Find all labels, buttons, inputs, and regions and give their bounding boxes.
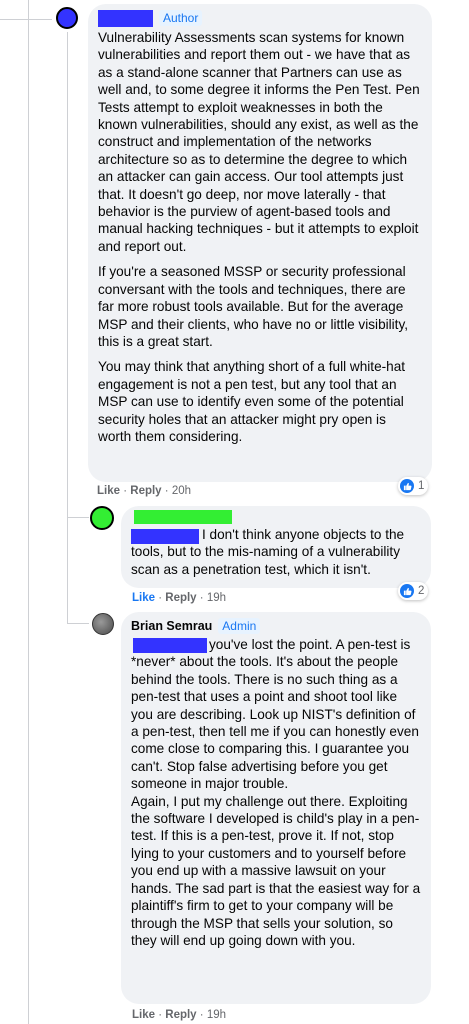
reply-link[interactable]: Reply	[165, 1009, 196, 1021]
redacted-mention[interactable]	[133, 638, 207, 653]
reply-link[interactable]: Reply	[165, 592, 196, 604]
thread-line-branch-2	[67, 623, 89, 624]
redacted-author-name[interactable]	[98, 9, 153, 27]
comment-actions: Like · Reply · 20h	[97, 485, 191, 497]
comment-bubble: I don't think anyone objects to the tool…	[121, 506, 431, 588]
comment-bubble: Author Vulnerability Assessments scan sy…	[88, 4, 432, 482]
thread-line-branch-1	[67, 517, 89, 518]
author-name[interactable]: Brian Semrau	[131, 619, 212, 633]
separator: ·	[199, 592, 204, 604]
like-link[interactable]: Like	[97, 485, 120, 497]
comment-actions: Like · Reply · 19h	[132, 592, 226, 604]
reaction-count-value: 1	[418, 480, 425, 492]
separator: ·	[123, 485, 128, 497]
thread-line-top	[0, 19, 52, 20]
timestamp[interactable]: 19h	[207, 592, 226, 604]
redacted-author-name[interactable]	[134, 510, 232, 524]
thread-line-left	[28, 0, 29, 1024]
reaction-count[interactable]: 2	[398, 582, 429, 600]
author-badge: Author	[159, 10, 203, 26]
avatar[interactable]	[92, 613, 114, 635]
comment-text: You may think that anything short of a f…	[98, 359, 406, 444]
comment-text: Again, I put my challenge out there. Exp…	[131, 793, 421, 948]
thread-line-main	[67, 32, 68, 624]
like-link[interactable]: Like	[132, 592, 155, 604]
reaction-count[interactable]: 1	[398, 477, 429, 495]
thumbs-up-icon	[400, 584, 414, 598]
avatar[interactable]	[56, 7, 78, 29]
comment-text: you've lost the point. A pen-test is *ne…	[131, 637, 419, 792]
admin-badge: Admin	[218, 618, 261, 634]
comment-text: Vulnerability Assessments scan systems f…	[98, 30, 420, 254]
thumbs-up-icon	[400, 479, 414, 493]
comment-text: If you're a seasoned MSSP or security pr…	[98, 264, 409, 349]
reply-link[interactable]: Reply	[130, 485, 161, 497]
comment-bubble: Brian Semrau Admin you've lost the point…	[121, 612, 431, 1004]
separator: ·	[158, 1009, 163, 1021]
timestamp[interactable]: 19h	[207, 1009, 226, 1021]
timestamp[interactable]: 20h	[172, 485, 191, 497]
separator: ·	[199, 1009, 204, 1021]
separator: ·	[164, 485, 169, 497]
comment-actions: Like · Reply · 19h	[132, 1009, 226, 1021]
like-link[interactable]: Like	[132, 1009, 155, 1021]
separator: ·	[158, 592, 163, 604]
avatar[interactable]	[90, 506, 114, 530]
redacted-mention[interactable]	[131, 529, 199, 544]
reaction-count-value: 2	[418, 585, 425, 597]
